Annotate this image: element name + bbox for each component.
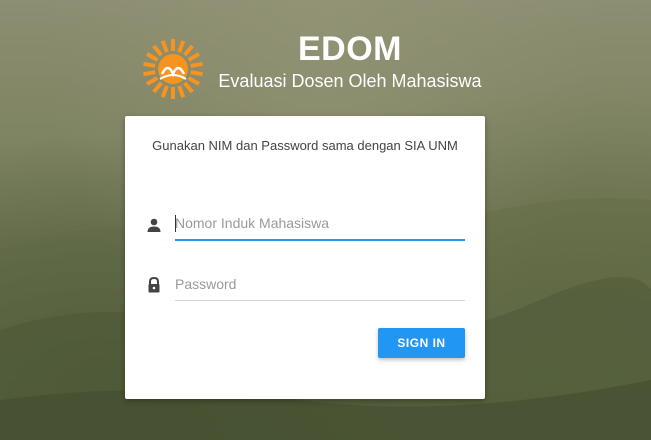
login-instructions: Gunakan NIM dan Password sama dengan SIA… [152, 138, 458, 153]
password-input-underline [175, 300, 465, 301]
sign-in-button[interactable]: SIGN IN [378, 328, 465, 358]
person-icon [145, 216, 163, 234]
app-subtitle: Evaluasi Dosen Oleh Mahasiswa [218, 71, 482, 91]
login-card: Gunakan NIM dan Password sama dengan SIA… [125, 116, 485, 399]
text-cursor [175, 215, 176, 232]
password-input[interactable] [175, 270, 465, 298]
lock-icon [145, 276, 163, 294]
app-title: EDOM [298, 30, 402, 68]
nim-input[interactable] [175, 209, 465, 237]
unm-logo [142, 38, 204, 100]
nim-input-underline [175, 239, 465, 241]
